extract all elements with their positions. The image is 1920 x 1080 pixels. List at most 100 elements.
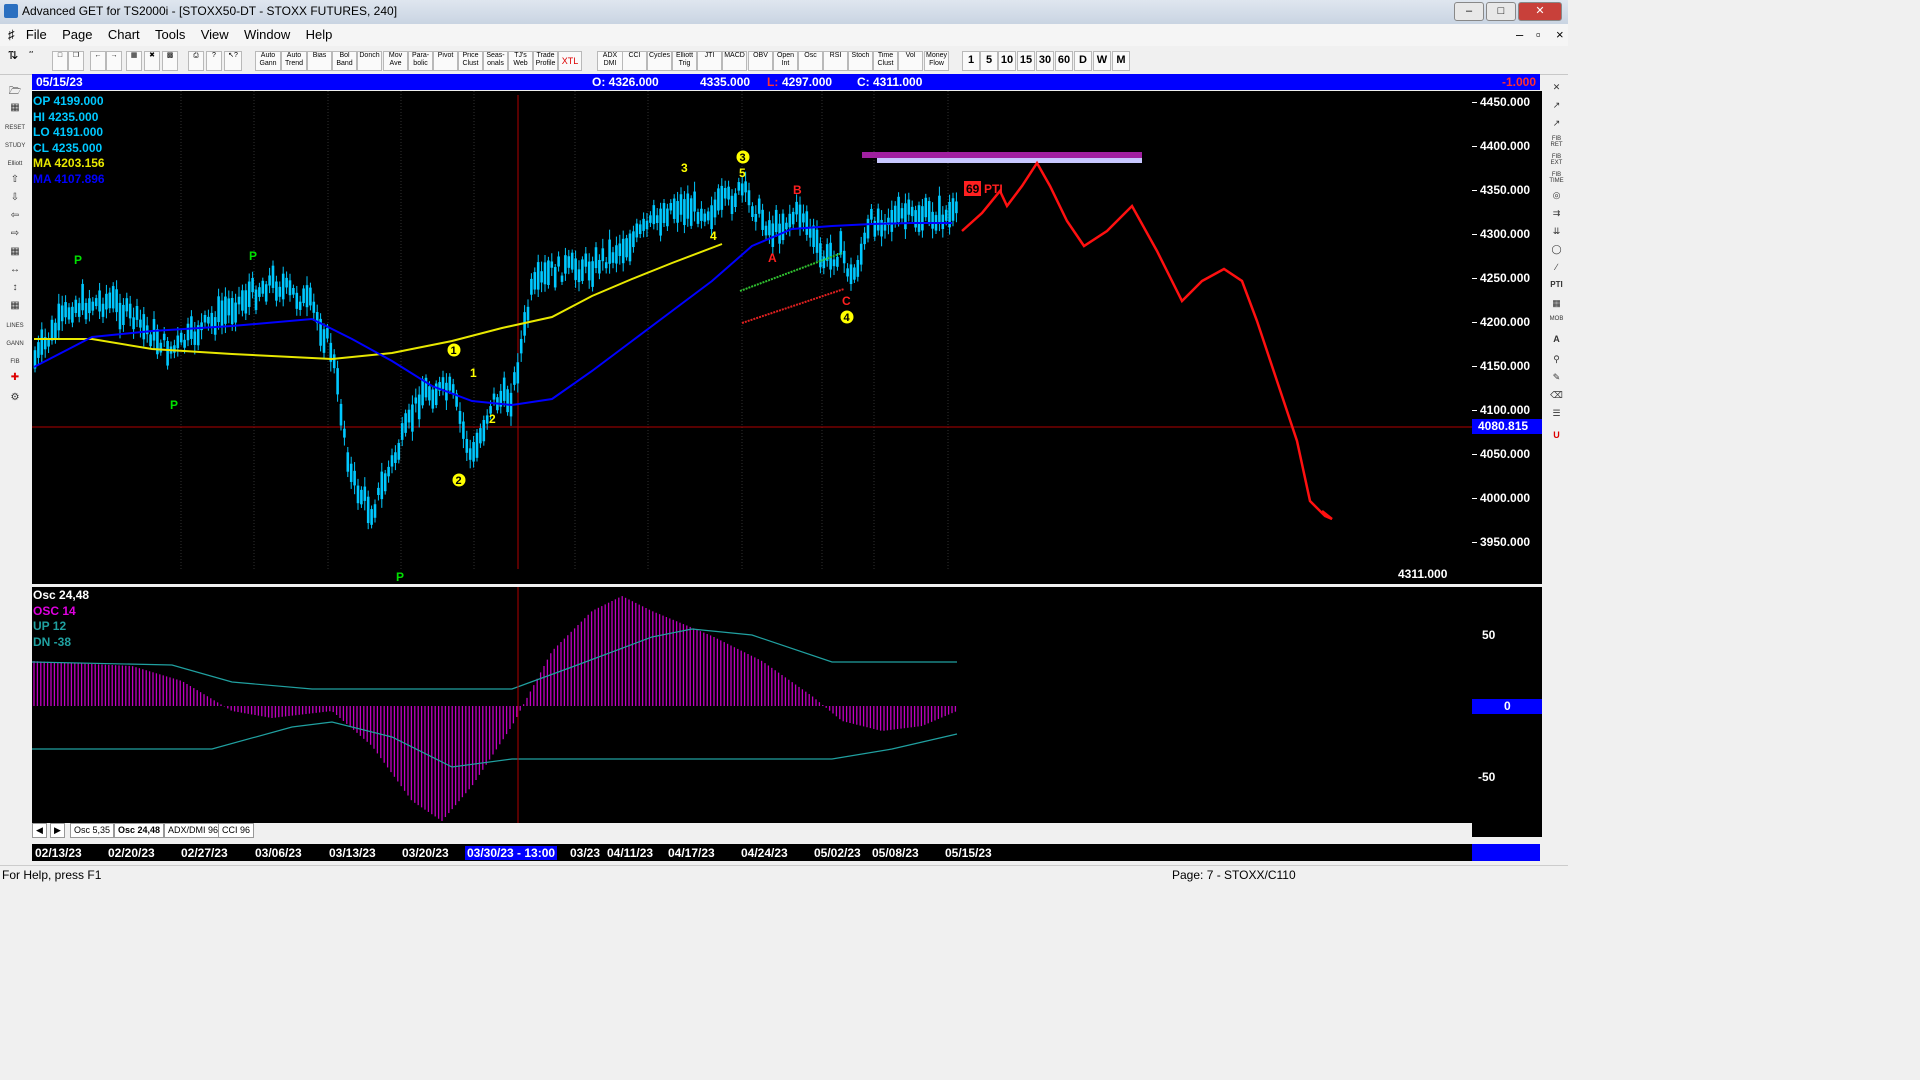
toolbar-button-mov-ave[interactable]: Mov Ave [383, 51, 408, 71]
maximize-button[interactable]: □ [1486, 2, 1516, 21]
menu-file[interactable]: File [20, 24, 53, 45]
toolbar-button-obv[interactable]: OBV [748, 51, 773, 71]
back-icon[interactable]: ← [90, 51, 106, 71]
crosshair-icon[interactable]: ✚ [5, 372, 25, 388]
eraser-icon[interactable]: ⌫ [1548, 390, 1565, 405]
regression-icon[interactable]: ∕ [1548, 262, 1565, 277]
toolbar-button-auto-trend[interactable]: Auto Trend [281, 51, 307, 71]
grid-tool-icon[interactable]: ▦ [1548, 298, 1565, 313]
reset-icon[interactable]: RESET [5, 120, 25, 136]
close-button[interactable]: ✕ [1518, 2, 1562, 21]
minimize-button[interactable]: – [1454, 2, 1484, 21]
ellipse-icon[interactable]: ◯ [1548, 244, 1565, 259]
compress-icon[interactable]: ↔ [5, 264, 25, 280]
arc-icon[interactable]: ◎ [1548, 190, 1565, 205]
toolbar-button-tj-s-web[interactable]: TJ's Web [508, 51, 533, 71]
toolbar-button-elliott-trig[interactable]: Elliott Trig [672, 51, 697, 71]
toolbar-button-macd[interactable]: MACD [722, 51, 747, 71]
interval-button-30[interactable]: 30 [1036, 51, 1054, 71]
toolbar-button-osc[interactable]: Osc [798, 51, 823, 71]
tab-cci-96[interactable]: CCI 96 [218, 823, 255, 838]
tab-scroll-right[interactable]: ▶ [50, 823, 65, 838]
magnet-icon[interactable]: U [1548, 430, 1565, 445]
tab-osc-24-48[interactable]: Osc 24,48 [114, 823, 165, 838]
help-icon[interactable]: ? [206, 51, 222, 71]
mdi-close-button[interactable]: × [1550, 24, 1570, 45]
interval-button-5[interactable]: 5 [980, 51, 998, 71]
fan-icon[interactable]: ⇉ [1548, 208, 1565, 223]
toolbar-button-para-bolic[interactable]: Para- bolic [408, 51, 433, 71]
toolbar-button-cci[interactable]: CCI [622, 51, 647, 71]
interval-button-10[interactable]: 10 [998, 51, 1016, 71]
fib-icon[interactable]: FIB [5, 354, 25, 370]
expand-icon[interactable]: ↕ [5, 282, 25, 298]
pin-icon[interactable]: ⇅ [6, 51, 20, 69]
toolbar-button-auto-gann[interactable]: Auto Gann [255, 51, 281, 71]
bars-icon[interactable]: ▦ [5, 246, 25, 262]
toolbar-button-open-int[interactable]: Open Int [773, 51, 798, 71]
mob-icon[interactable]: MOB [1548, 316, 1565, 331]
gann-icon[interactable]: GANN [5, 336, 25, 352]
toolbar-button-jti[interactable]: JTI [697, 51, 722, 71]
channel-icon[interactable]: ⇊ [1548, 226, 1565, 241]
arrow-down-icon[interactable]: ⇩ [5, 192, 25, 208]
list-icon[interactable]: ☰ [1548, 408, 1565, 423]
fib-ext-icon[interactable]: FIB EXT [1548, 154, 1565, 169]
toolbar-button-xtl[interactable]: XTL [558, 51, 582, 71]
arrow-right-icon[interactable]: ⇨ [5, 228, 25, 244]
toolbar-button-money-flow[interactable]: Money Flow [924, 51, 949, 71]
interval-button-m[interactable]: M [1112, 51, 1130, 71]
menu-window[interactable]: Window [238, 24, 296, 45]
mdi-restore-button[interactable]: ▫ [1530, 24, 1547, 45]
context-help-icon[interactable]: ↖? [224, 51, 242, 71]
toolbar-button-price-clust[interactable]: Price Clust [458, 51, 483, 71]
toolbar-button-vol[interactable]: Vol [898, 51, 923, 71]
forward-icon[interactable]: → [106, 51, 122, 71]
fib-time-icon[interactable]: FIB TIME [1548, 172, 1565, 187]
arrow-left-icon[interactable]: ⇦ [5, 210, 25, 226]
menu-tools[interactable]: Tools [149, 24, 191, 45]
menu-chart[interactable]: Chart [102, 24, 146, 45]
oscillator-panel[interactable]: Osc 24,48 OSC 14 UP 12 DN -38 [31, 587, 1472, 823]
tab-adx-dmi-96[interactable]: ADX/DMI 96 [164, 823, 223, 838]
interval-button-60[interactable]: 60 [1055, 51, 1073, 71]
study-icon[interactable]: STUDY [5, 138, 25, 154]
zoom-icon[interactable]: ▦ [5, 102, 25, 118]
interval-button-1[interactable]: 1 [962, 51, 980, 71]
toolbar-button-stoch[interactable]: Stoch [848, 51, 873, 71]
toolbar-button-donch[interactable]: Donch [357, 51, 382, 71]
toolbar-button-adx-dmi[interactable]: ADX DMI [597, 51, 623, 71]
print-icon[interactable]: ⎙ [188, 51, 204, 71]
interval-button-15[interactable]: 15 [1017, 51, 1035, 71]
quote-icon[interactable]: ” [24, 51, 38, 69]
magnify-icon[interactable]: ⚲ [1548, 354, 1565, 369]
copy-icon[interactable]: ❐ [68, 51, 84, 71]
menu-view[interactable]: View [195, 24, 235, 45]
pen-icon[interactable]: ✎ [1548, 372, 1565, 387]
delete-icon[interactable]: ✖ [144, 51, 160, 71]
cursor-icon[interactable]: ✕ [1548, 82, 1565, 97]
fib-ret-icon[interactable]: FIB RET [1548, 136, 1565, 151]
toolbar-button-time-clust[interactable]: Time Clust [873, 51, 898, 71]
lines-icon[interactable]: LINES [5, 318, 25, 334]
menu-help[interactable]: Help [300, 24, 339, 45]
interval-button-w[interactable]: W [1093, 51, 1111, 71]
tab-osc-5-35[interactable]: Osc 5,35 [70, 823, 115, 838]
price-chart[interactable]: P P P P 1 1 2 2 3 3 4 5 4 B A C 69 PTI OP 4199.000 HI 423… [32, 91, 1472, 584]
pti-icon[interactable]: PTI [1548, 280, 1565, 295]
text-tool-icon[interactable]: A [1548, 334, 1565, 349]
price-chart-svg[interactable]: P P P P 1 1 2 2 3 3 4 5 4 B A C 69 PTI [32, 91, 1472, 584]
date-scroll-bar[interactable] [1472, 844, 1540, 861]
menu-page[interactable]: Page [56, 24, 98, 45]
arrow-up-icon[interactable]: ⇧ [5, 174, 25, 190]
toolbar-button-bol-band[interactable]: Bol Band [332, 51, 357, 71]
table-icon[interactable]: ▦ [5, 300, 25, 316]
open-folder-icon[interactable]: 🗁 [5, 84, 25, 100]
elliott-icon[interactable]: Elliott [5, 156, 25, 172]
tab-scroll-left[interactable]: ◀ [32, 823, 47, 838]
toolbar-button-cycles[interactable]: Cycles [647, 51, 672, 71]
oscillator-svg[interactable] [31, 587, 1472, 823]
interval-button-d[interactable]: D [1074, 51, 1092, 71]
mdi-minimize-button[interactable]: – [1510, 24, 1529, 45]
toolbar-button-bias[interactable]: Bias [307, 51, 332, 71]
